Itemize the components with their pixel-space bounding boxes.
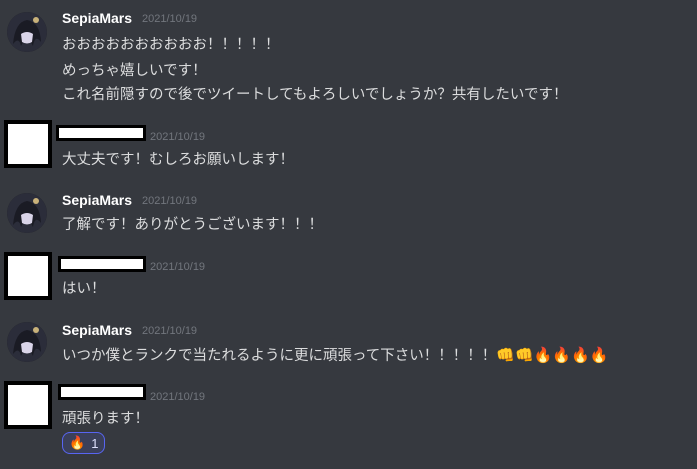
avatar-image [7, 193, 47, 233]
timestamp: 2021/10/19 [150, 391, 206, 403]
avatar[interactable] [7, 322, 47, 362]
message-text: 了解です！ありがとうございます！！！ [62, 217, 323, 233]
fire-emoji-icon: 🔥 [571, 346, 590, 364]
message-text: めっちゃ嬉しいです！ [62, 63, 207, 79]
timestamp: 2021/10/19 [142, 195, 198, 207]
fire-emoji-icon: 🔥 [589, 346, 609, 364]
fist-emoji-icon: 👊 [496, 346, 515, 364]
redacted-username [58, 384, 146, 400]
avatar-image [7, 322, 47, 362]
timestamp: 2021/10/19 [150, 261, 206, 273]
message-text: 大丈夫です！むしろお願いします！ [62, 152, 294, 168]
redacted-username [56, 125, 146, 141]
fire-emoji-icon: 🔥 [69, 435, 86, 450]
timestamp: 2021/10/19 [150, 131, 206, 143]
avatar[interactable] [4, 381, 52, 429]
message-text: これ名前隠すので後でツイートしてもよろしいでしょうか？共有したいです！ [62, 87, 568, 103]
avatar[interactable] [4, 120, 52, 168]
message-text: いつか僕とランクで当たれるように更に頑張って下さい！！！！！ [62, 348, 497, 364]
reaction-count: 1 [91, 435, 99, 451]
username[interactable]: SepiaMars [62, 192, 132, 208]
avatar[interactable] [4, 252, 52, 300]
username[interactable]: SepiaMars [62, 322, 132, 338]
message-text: はい！ [62, 281, 106, 297]
avatar[interactable] [7, 12, 47, 52]
fist-emoji-icon: 👊 [514, 346, 534, 364]
fire-emoji-icon: 🔥 [552, 346, 572, 364]
timestamp: 2021/10/19 [142, 13, 198, 25]
avatar-image [7, 12, 47, 52]
timestamp: 2021/10/19 [142, 325, 198, 337]
fire-emoji-icon: 🔥 [533, 346, 553, 364]
reaction-button[interactable]: 🔥 1 [62, 432, 106, 454]
message-text-row: いつか僕とランクで当たれるように更に頑張って下さい！！！！！👊👊🔥🔥🔥🔥 [62, 344, 608, 365]
redacted-username [58, 256, 146, 272]
avatar[interactable] [7, 193, 47, 233]
username[interactable]: SepiaMars [62, 10, 132, 26]
message-text: おおおおおおおおおお！！！！！ [62, 37, 280, 53]
message-text: 頑張ります！ [62, 411, 149, 427]
